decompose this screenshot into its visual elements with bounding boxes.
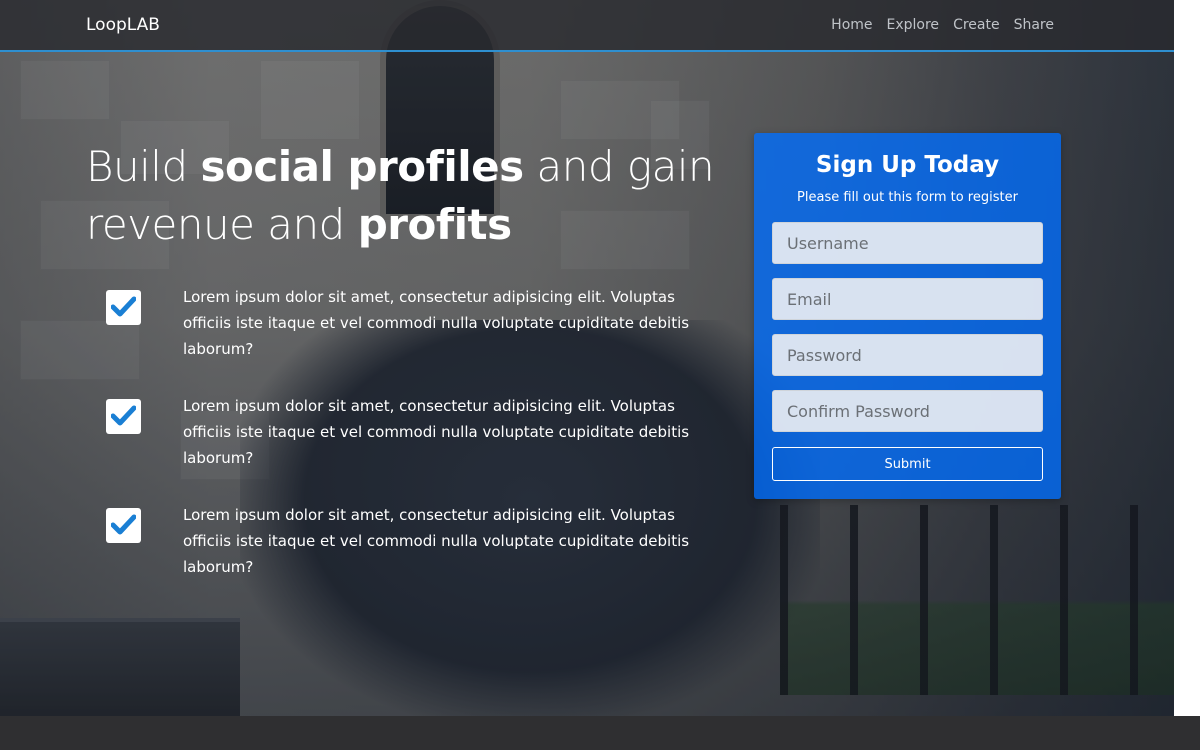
signup-subtitle: Please fill out this form to register — [797, 190, 1018, 205]
submit-button[interactable]: Submit — [772, 447, 1043, 481]
feature-text: Lorem ipsum dolor sit amet, consectetur … — [183, 288, 690, 358]
confirm-password-input[interactable] — [772, 390, 1043, 432]
nav-link-share[interactable]: Share — [1014, 17, 1054, 33]
check-icon — [106, 399, 141, 434]
feature-text: Lorem ipsum dolor sit amet, consectetur … — [183, 397, 690, 467]
navbar: LoopLAB Home Explore Create Share — [0, 0, 1174, 52]
email-input[interactable] — [772, 278, 1043, 320]
headline-text: and gain — [523, 142, 715, 191]
headline-text: revenue and — [86, 200, 358, 249]
password-input[interactable] — [772, 334, 1043, 376]
headline-text: Build — [86, 142, 201, 191]
check-icon — [106, 508, 141, 543]
feature-item: Lorem ipsum dolor sit amet, consectetur … — [106, 284, 726, 358]
signup-title: Sign Up Today — [815, 152, 1000, 178]
headline-emphasis: profits — [357, 200, 512, 249]
feature-item: Lorem ipsum dolor sit amet, consectetur … — [106, 393, 726, 467]
nav-link-explore[interactable]: Explore — [887, 17, 940, 33]
page-gutter — [1174, 0, 1200, 716]
check-icon — [106, 290, 141, 325]
hero-headline: Build social profiles and gain revenue a… — [86, 138, 746, 254]
footer — [0, 716, 1200, 750]
feature-item: Lorem ipsum dolor sit amet, consectetur … — [106, 502, 726, 576]
nav-links: Home Explore Create Share — [831, 17, 1054, 33]
nav-link-home[interactable]: Home — [831, 17, 872, 33]
username-input[interactable] — [772, 222, 1043, 264]
brand-logo[interactable]: LoopLAB — [86, 15, 160, 35]
nav-link-create[interactable]: Create — [953, 17, 1000, 33]
feature-text: Lorem ipsum dolor sit amet, consectetur … — [183, 506, 690, 576]
signup-card: Sign Up Today Please fill out this form … — [754, 133, 1061, 499]
headline-emphasis: social profiles — [200, 142, 524, 191]
